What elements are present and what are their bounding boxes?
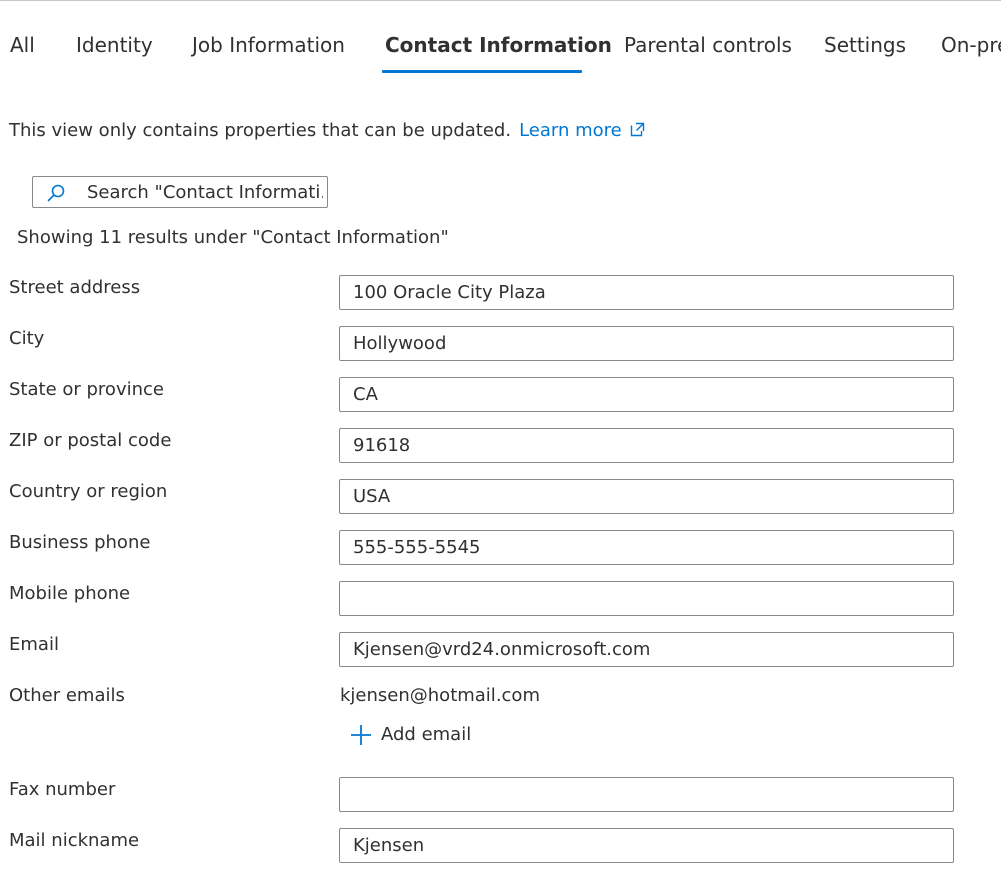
city-label: City — [9, 328, 45, 349]
properties-notice: This view only contains properties that … — [9, 120, 645, 143]
email-label: Email — [9, 634, 59, 655]
results-count: Showing 11 results under "Contact Inform… — [17, 227, 449, 248]
business-phone-field[interactable] — [339, 530, 954, 565]
tab-all[interactable]: All — [10, 32, 35, 58]
notice-text: This view only contains properties that … — [9, 120, 512, 141]
fax-label: Fax number — [9, 779, 116, 800]
open-in-new-window-icon[interactable] — [630, 121, 645, 143]
mail-nickname-label: Mail nickname — [9, 830, 140, 851]
active-tab-indicator — [382, 70, 582, 73]
search-box[interactable] — [32, 176, 328, 208]
country-field[interactable] — [339, 479, 954, 514]
country-label: Country or region — [9, 481, 168, 502]
search-icon — [46, 183, 66, 207]
tab-job-information[interactable]: Job Information — [192, 32, 345, 58]
fax-field[interactable] — [339, 777, 954, 812]
zip-field[interactable] — [339, 428, 954, 463]
mail-nickname-field[interactable] — [339, 828, 954, 863]
city-field[interactable] — [339, 326, 954, 361]
street-address-field[interactable] — [339, 275, 954, 310]
other-emails-label: Other emails — [9, 685, 125, 706]
tab-identity[interactable]: Identity — [76, 32, 153, 58]
tab-settings[interactable]: Settings — [824, 32, 906, 58]
tab-bar: All Identity Job Information Contact Inf… — [0, 0, 1001, 76]
state-field[interactable] — [339, 377, 954, 412]
other-email-value: kjensen@hotmail.com — [340, 685, 540, 706]
learn-more-link[interactable]: Learn more — [519, 120, 622, 141]
zip-label: ZIP or postal code — [9, 430, 172, 451]
tab-contact-information[interactable]: Contact Information — [385, 32, 612, 58]
add-email-button[interactable]: Add email — [349, 722, 471, 748]
search-input[interactable] — [87, 177, 323, 207]
street-address-label: Street address — [9, 277, 141, 298]
email-field[interactable] — [339, 632, 954, 667]
mobile-phone-field[interactable] — [339, 581, 954, 616]
plus-icon — [349, 723, 373, 747]
business-phone-label: Business phone — [9, 532, 151, 553]
state-label: State or province — [9, 379, 164, 400]
add-email-label: Add email — [381, 724, 472, 745]
tab-on-premises[interactable]: On-pre — [941, 32, 1001, 58]
mobile-phone-label: Mobile phone — [9, 583, 131, 604]
tab-parental-controls[interactable]: Parental controls — [624, 32, 792, 58]
